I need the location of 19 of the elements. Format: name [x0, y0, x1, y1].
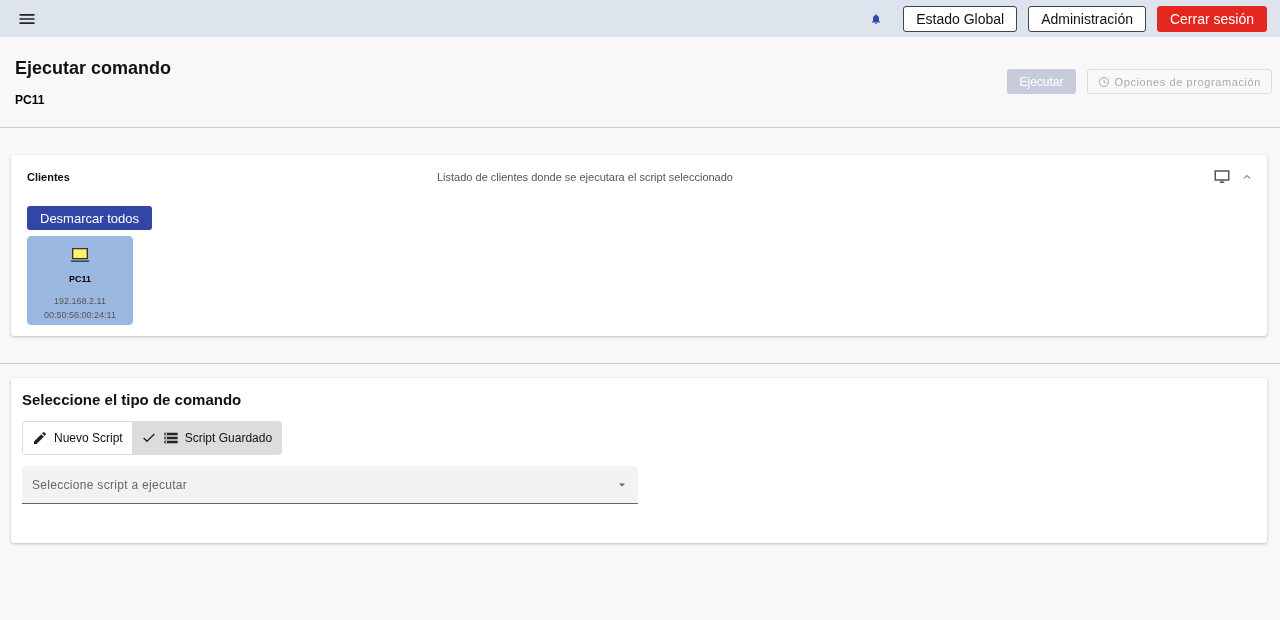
client-ip: 192.168.2.11 — [53, 295, 107, 308]
section-title: Seleccione el tipo de comando — [22, 391, 243, 408]
clock-icon — [1097, 75, 1110, 88]
command-type-toggle[interactable]: Script Guardado — [131, 422, 282, 454]
client-mac: 00:50:56:00:24:11 — [44, 309, 116, 322]
deselect-all-button[interactable]: Desmarcar todos — [27, 206, 152, 230]
list-icon — [162, 430, 179, 446]
nav-button[interactable]: Estado Global — [903, 5, 1018, 32]
panel-description: Listado de clientes donde se ejecutara el script seleccionado — [437, 171, 734, 183]
logout-button[interactable]: Cerrar sesión — [1156, 5, 1267, 32]
monitor-icon — [1213, 168, 1231, 186]
page-title: Ejecutar comando — [15, 58, 173, 79]
nav-button[interactable]: Administración — [1028, 5, 1146, 32]
pencil-icon — [32, 430, 48, 446]
page-subtitle: PC11 — [15, 93, 45, 107]
panel-title: Clientes — [27, 171, 71, 183]
client-name: PC11 — [69, 274, 91, 284]
client-card[interactable]: PC11 192.168.2.11 00:50:56:00:24:11 — [27, 236, 133, 325]
bell-icon[interactable] — [870, 12, 883, 25]
